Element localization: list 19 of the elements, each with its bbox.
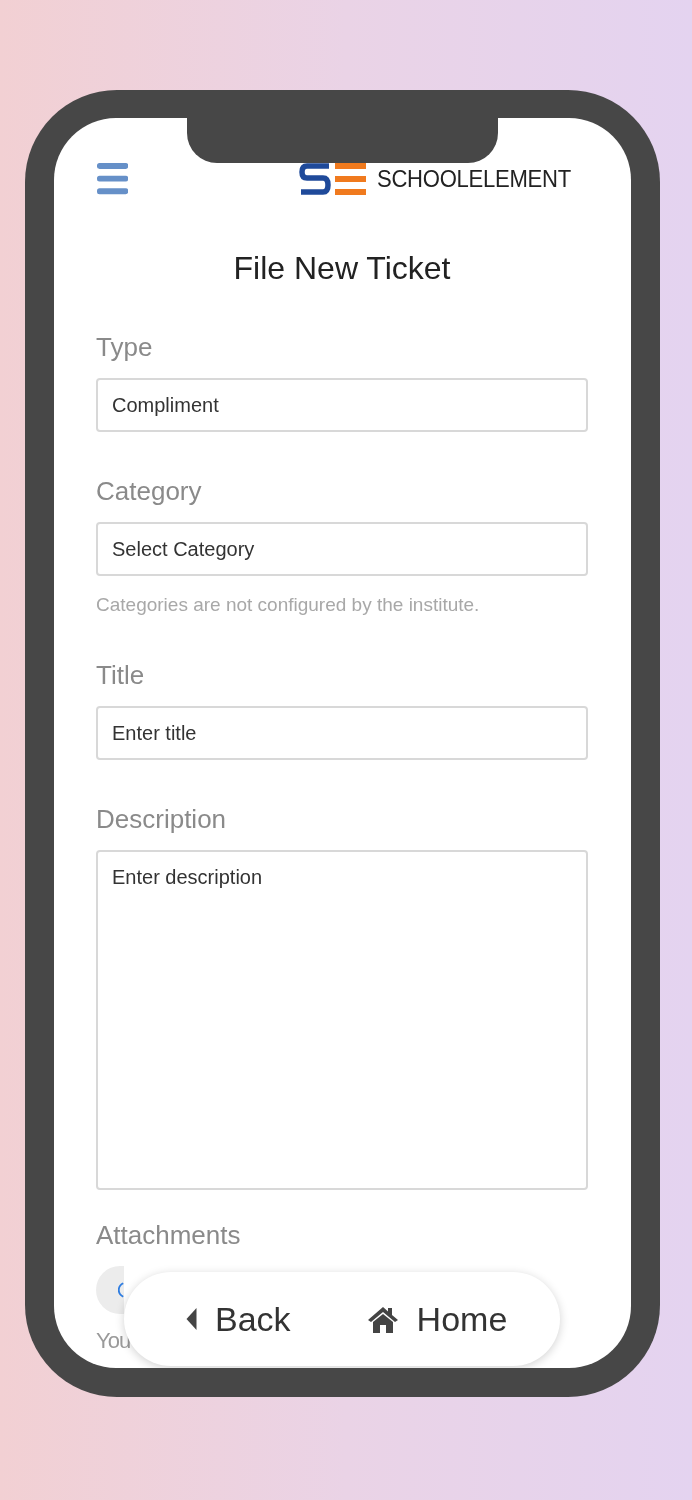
page-title: File New Ticket xyxy=(232,249,452,288)
back-button[interactable]: Back xyxy=(186,1299,291,1339)
help-text: Categories are not configured by the institute. xyxy=(96,594,481,616)
field-label: Attachments xyxy=(96,1220,242,1250)
field-label: Description xyxy=(96,804,228,834)
home-button[interactable]: Home xyxy=(366,1299,508,1339)
text-area[interactable]: Enter description xyxy=(96,850,588,1190)
field-label: Category xyxy=(96,476,203,506)
input-field[interactable]: Enter title xyxy=(96,706,588,760)
field-label: Title xyxy=(96,660,146,690)
field-label: Type xyxy=(96,332,154,362)
note-text: You xyxy=(96,1328,131,1354)
attach-button[interactable] xyxy=(96,1266,124,1314)
select-field[interactable]: Compliment xyxy=(96,378,588,432)
logo-icon xyxy=(299,162,368,196)
brand-name: SCHOOLELEMENT xyxy=(377,165,572,193)
back-icon xyxy=(186,1308,197,1330)
select-field[interactable]: Select Category xyxy=(96,522,588,576)
home-icon xyxy=(366,1305,399,1333)
